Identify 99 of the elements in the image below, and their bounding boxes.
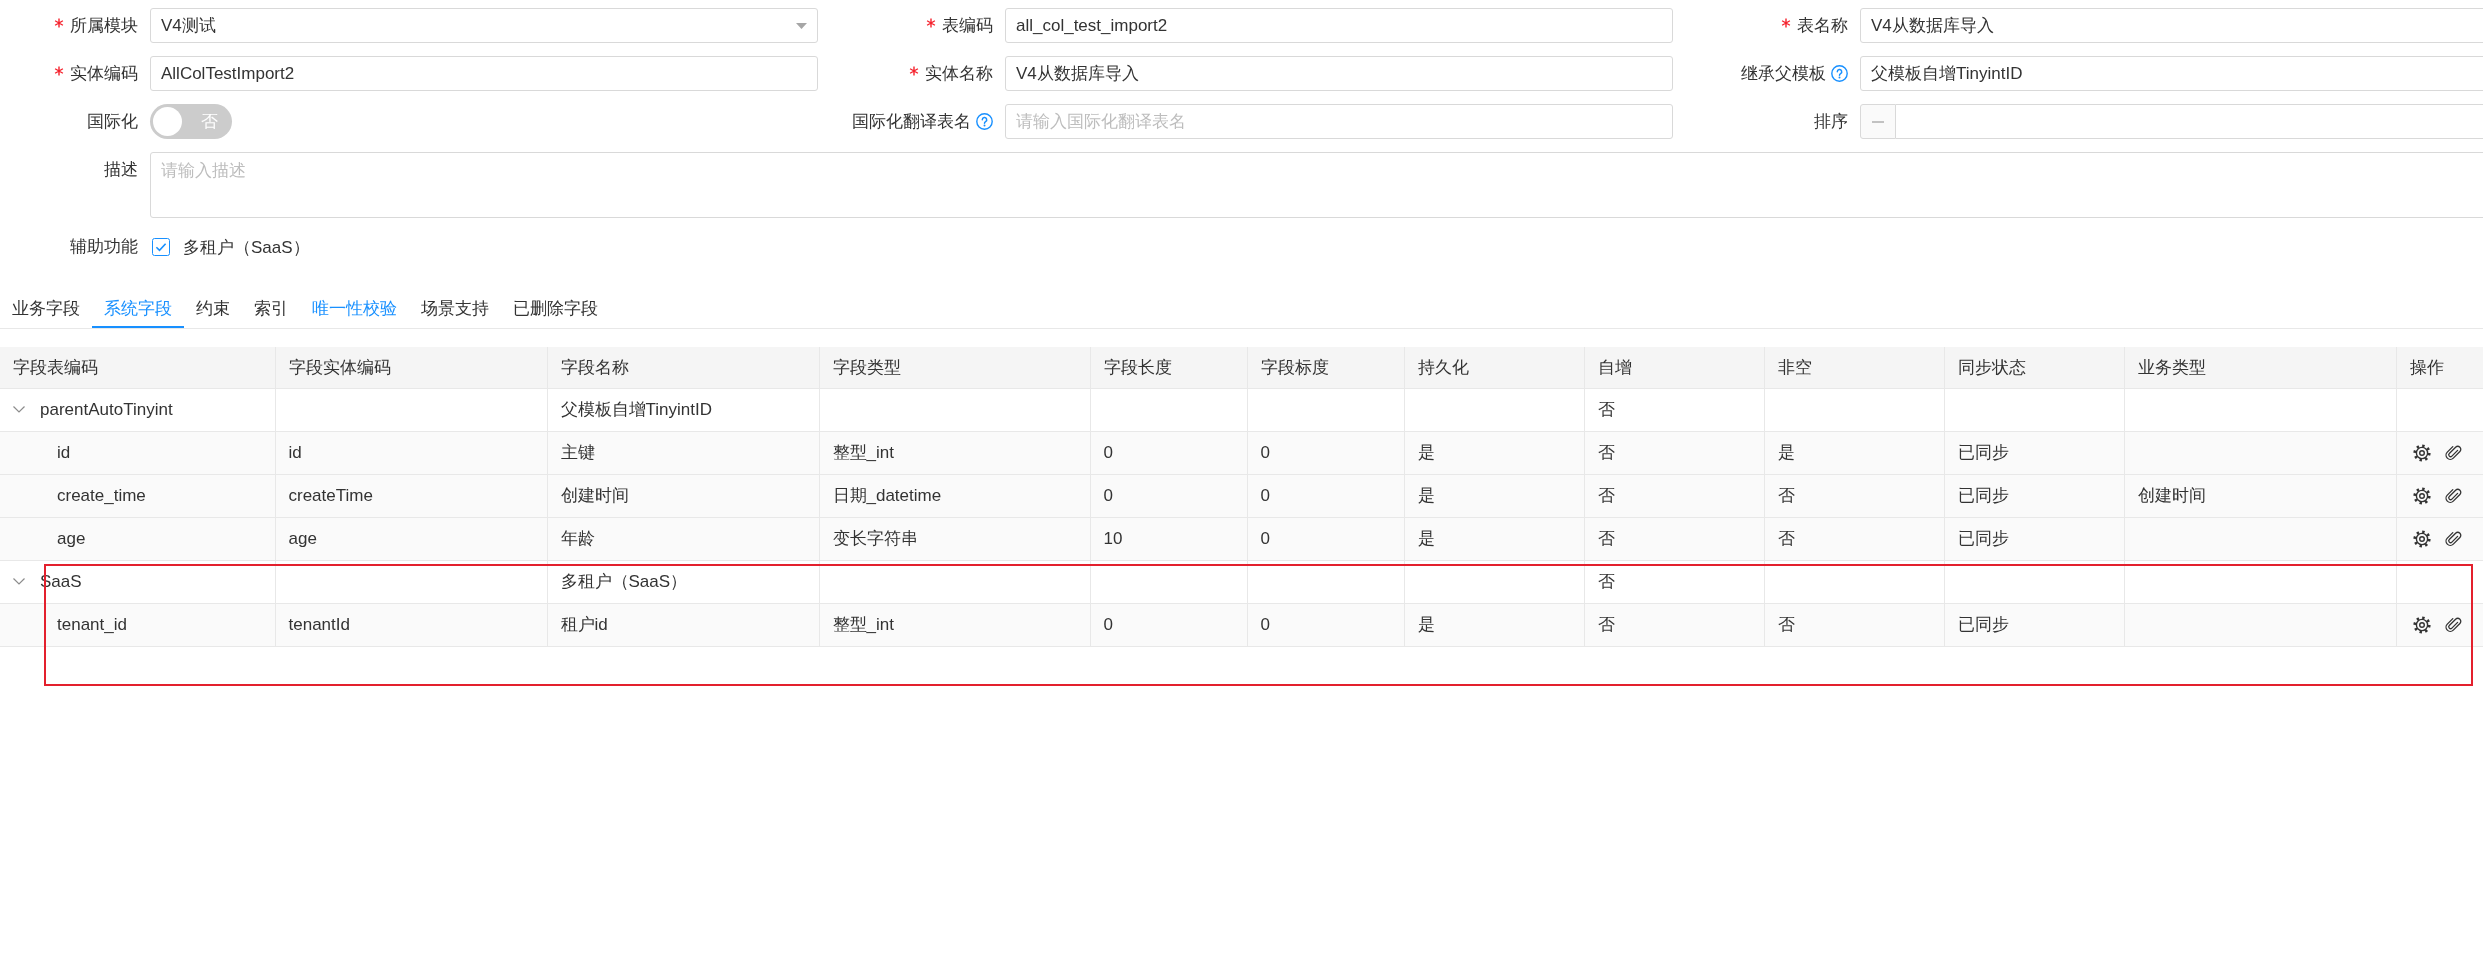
table-cell: 日期_datetime [819, 474, 1090, 517]
settings-icon[interactable] [2412, 530, 2431, 548]
column-header: 字段长度 [1090, 347, 1247, 388]
table-cell: tenantId [275, 603, 547, 646]
table-cell: 是 [1404, 474, 1584, 517]
table-cell: 0 [1247, 474, 1404, 517]
table-cell: 10 [1090, 517, 1247, 560]
table-cell: 已同步 [1944, 603, 2124, 646]
table-cell: age [275, 517, 547, 560]
tab[interactable]: 已删除字段 [501, 288, 610, 328]
table-cell: 年龄 [547, 517, 819, 560]
field-label: 描述 [104, 159, 138, 181]
text-input[interactable]: all_col_test_import2 [1005, 8, 1673, 43]
chevron-down-icon[interactable] [13, 578, 25, 586]
table-cell: 父模板自增TinyintID [547, 388, 819, 431]
column-header: 字段类型 [819, 347, 1090, 388]
table-cell: parentAutoTinyint [40, 399, 173, 419]
table-cell: 0 [1247, 603, 1404, 646]
column-header: 同步状态 [1944, 347, 2124, 388]
table-cell: 创建时间 [547, 474, 819, 517]
field-label: 所属模块 [70, 14, 138, 37]
table-cell: 否 [1584, 517, 1764, 560]
table-cell: 否 [1584, 474, 1764, 517]
table-cell: 否 [1584, 388, 1764, 431]
table-cell: 是 [1764, 431, 1944, 474]
table-cell: 否 [1584, 431, 1764, 474]
table-cell: 多租户（SaaS） [547, 560, 819, 603]
caret-down-icon [796, 22, 807, 29]
settings-icon[interactable] [2412, 444, 2431, 462]
help-icon[interactable] [1831, 65, 1848, 82]
text-input[interactable]: V4从数据库导入 [1860, 8, 2483, 43]
text-input[interactable]: 请输入国际化翻译表名 [1005, 104, 1673, 139]
settings-icon[interactable] [2412, 487, 2431, 505]
table-cell: 0 [1090, 474, 1247, 517]
settings-icon[interactable] [2412, 616, 2431, 634]
table-cell: create_time [57, 485, 146, 505]
column-header: 业务类型 [2124, 347, 2396, 388]
field-label: 国际化翻译表名 [852, 110, 971, 133]
column-header: 字段表编码 [0, 347, 275, 388]
paperclip-icon[interactable] [2444, 444, 2463, 462]
checkbox[interactable] [152, 238, 170, 256]
chevron-down-icon[interactable] [13, 406, 25, 414]
field-label: 实体编码 [70, 62, 138, 85]
table-cell: 整型_int [819, 431, 1090, 474]
field-label: 实体名称 [925, 62, 993, 85]
description-textarea[interactable]: 请输入描述 [150, 152, 2483, 218]
table-cell: createTime [275, 474, 547, 517]
table-cell: 否 [1584, 603, 1764, 646]
table-cell: 主键 [547, 431, 819, 474]
table-cell: tenant_id [57, 614, 127, 634]
tab[interactable]: 索引 [242, 288, 300, 328]
table-cell: 是 [1404, 431, 1584, 474]
text-input[interactable]: AllColTestImport2 [150, 56, 818, 91]
table-cell: 0 [1247, 431, 1404, 474]
table-cell: 否 [1764, 474, 1944, 517]
table-cell: 变长字符串 [819, 517, 1090, 560]
tab[interactable]: 业务字段 [0, 288, 92, 328]
table-cell: 已同步 [1944, 517, 2124, 560]
minus-icon [1872, 120, 1884, 123]
column-header: 持久化 [1404, 347, 1584, 388]
field-label: 国际化 [87, 110, 138, 133]
table-cell: age [57, 528, 86, 548]
field-label: 表名称 [1797, 14, 1848, 37]
column-header: 字段名称 [547, 347, 819, 388]
column-header: 非空 [1764, 347, 1944, 388]
tab[interactable]: 约束 [184, 288, 242, 328]
number-input[interactable] [1896, 104, 2483, 139]
table-cell: 是 [1404, 603, 1584, 646]
table-cell: 否 [1584, 560, 1764, 603]
table-cell: 否 [1764, 603, 1944, 646]
table-cell: 已同步 [1944, 431, 2124, 474]
checkbox-label[interactable]: 多租户（SaaS） [183, 235, 310, 259]
field-label: 排序 [1814, 110, 1848, 133]
column-header: 字段实体编码 [275, 347, 547, 388]
paperclip-icon[interactable] [2444, 530, 2463, 548]
table-cell: id [275, 431, 547, 474]
column-header: 自增 [1584, 347, 1764, 388]
table-cell: 否 [1764, 517, 1944, 560]
table-cell: 0 [1090, 431, 1247, 474]
table-cell: 0 [1090, 603, 1247, 646]
field-label: 继承父模板 [1741, 62, 1826, 85]
select-field[interactable]: V4测试 [150, 8, 818, 43]
text-input[interactable]: 父模板自增TinyintID [1860, 56, 2483, 91]
column-header: 操作 [2396, 347, 2483, 388]
paperclip-icon[interactable] [2444, 487, 2463, 505]
text-input[interactable]: V4从数据库导入 [1005, 56, 1673, 91]
table-cell: 是 [1404, 517, 1584, 560]
tab[interactable]: 场景支持 [409, 288, 501, 328]
table-cell: id [57, 442, 71, 462]
table-cell: 整型_int [819, 603, 1090, 646]
table-cell: 创建时间 [2124, 474, 2396, 517]
paperclip-icon[interactable] [2444, 616, 2463, 634]
help-icon[interactable] [976, 113, 993, 130]
table-cell: 0 [1247, 517, 1404, 560]
column-header: 字段标度 [1247, 347, 1404, 388]
table-cell: 已同步 [1944, 474, 2124, 517]
table-cell: 租户id [547, 603, 819, 646]
field-label: 表编码 [942, 14, 993, 37]
field-label: 辅助功能 [70, 236, 138, 258]
